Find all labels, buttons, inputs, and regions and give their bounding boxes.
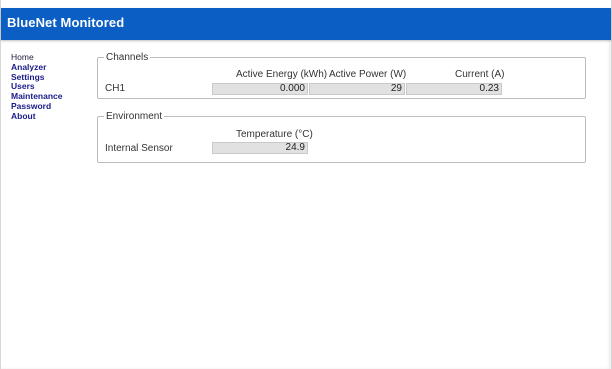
temperature-value: 24.9	[212, 142, 308, 154]
current-value: 0.23	[406, 83, 502, 95]
column-header-current: Current (A)	[455, 69, 505, 80]
channel-row-label: CH1	[105, 83, 126, 94]
app-title: BlueNet Monitored	[7, 15, 125, 30]
environment-legend: Environment	[106, 111, 163, 122]
channels-legend: Channels	[106, 52, 149, 63]
active-power-value: 29	[309, 83, 405, 95]
sensor-row-label: Internal Sensor	[105, 143, 173, 154]
environment-panel: Environment	[97, 111, 586, 163]
top-strip	[1, 0, 611, 8]
sidebar-item-about[interactable]: About	[11, 111, 91, 122]
active-energy-value: 0.000	[212, 83, 308, 95]
sidebar-nav: Home Analyzer Settings Users Maintenance…	[11, 52, 91, 122]
column-header-active-energy: Active Energy (kWh)	[236, 69, 328, 80]
header-bar: BlueNet Monitored	[1, 8, 611, 40]
column-header-temperature: Temperature (°C)	[236, 129, 313, 140]
page: BlueNet Monitored Home Analyzer Settings…	[0, 0, 612, 369]
column-header-active-power: Active Power (W)	[329, 69, 407, 80]
